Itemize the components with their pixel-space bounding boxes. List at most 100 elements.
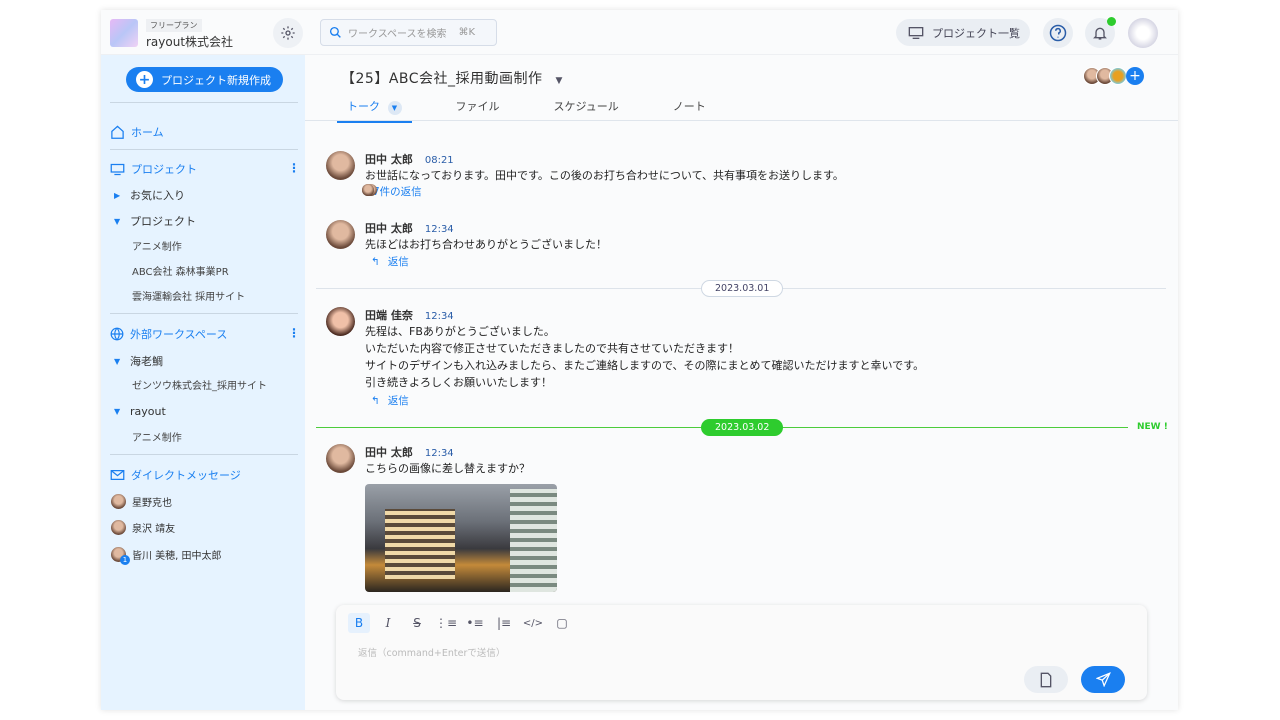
attach-file-button[interactable] [1024,666,1068,693]
date-label: 2023.03.01 [701,280,784,297]
bold-icon[interactable]: B [348,613,370,633]
home-icon [111,125,124,139]
unread-badge: 1 [120,555,130,565]
divider [110,454,298,455]
sidebar: + プロジェクト新規作成 ホーム プロジェクト ⋮ ▶ お気に入り ▼ プロジェクト … [101,55,305,710]
new-project-button[interactable]: + プロジェクト新規作成 [126,67,283,92]
date-label: 2023.03.02 [701,419,784,436]
divider [110,149,298,150]
avatar [326,444,355,473]
sidebar-project-item[interactable]: 雲海運輸会社 採用サイト [132,288,245,303]
settings-button[interactable] [273,18,303,48]
message-input[interactable]: 返信（command+Enterで送信） [358,645,505,659]
reply-button[interactable]: ↰ 返信 [371,254,409,269]
reply-count: 7件の返信 [373,186,422,198]
avatar [326,307,355,336]
code-icon[interactable]: </> [522,613,544,633]
project-list-label: プロジェクト一覧 [932,26,1020,40]
sidebar-section-projects[interactable]: プロジェクト [110,161,197,177]
avatar: 1 [111,547,130,565]
reply-icon: ↰ [371,255,380,268]
sender-name: 田中 太郎 [365,446,413,459]
reply-label: 返信 [387,395,409,407]
monitor-icon [908,26,924,39]
ordered-list-icon[interactable]: ⋮≡ [435,613,457,633]
dm-item[interactable]: 星野克也 [111,494,172,509]
sidebar-workspace-item[interactable]: ゼンツウ株式会社_採用サイト [132,377,267,392]
caret-down-icon[interactable]: ▼ [555,76,562,86]
tab-label: トーク [347,100,380,113]
sidebar-workspace[interactable]: ▼ rayout [114,405,166,418]
sidebar-project-item[interactable]: アニメ制作 [132,238,182,253]
new-label: NEW ! [1137,422,1168,432]
sidebar-workspace-item[interactable]: アニメ制作 [132,429,182,444]
dm-name: 星野克也 [132,498,172,509]
channel-title-text: 【25】ABC会社_採用動画制作 [341,71,543,87]
more-icon[interactable]: ⋮ [288,326,300,340]
sidebar-section-dm[interactable]: ダイレクトメッセージ [110,467,241,483]
sender-name: 田端 佳奈 [365,309,413,322]
message-time: 12:34 [424,311,454,322]
strikethrough-icon[interactable]: S [406,613,428,633]
file-icon [1040,672,1052,687]
sidebar-item-home[interactable]: ホーム [110,124,164,140]
projects-section-label: プロジェクト [131,163,197,176]
plus-icon: + [136,71,153,88]
favorites-label: お気に入り [130,189,185,202]
sidebar-project-item[interactable]: ABC会社 森林事業PR [132,263,229,278]
globe-icon [110,327,124,341]
sidebar-item-favorites[interactable]: ▶ お気に入り [114,187,185,203]
user-avatar[interactable] [1128,18,1158,48]
code-block-icon[interactable]: ▢ [551,613,573,633]
format-toolbar: B I S ⋮≡ •≡ |≡ </> ▢ [348,613,573,633]
search-placeholder: ワークスペースを検索 [348,29,447,40]
thread-replies-link[interactable]: 7件の返信 [362,184,422,199]
dm-name: 皆川 美穂, 田中太郎 [132,551,222,562]
caret-right-icon: ▶ [114,190,121,200]
dm-item[interactable]: 泉沢 靖友 [111,520,175,535]
message-text: こちらの画像に差し替えますか？ [365,462,530,475]
attached-image[interactable] [365,484,557,592]
caret-down-icon[interactable]: ▼ [387,101,402,115]
help-button[interactable] [1043,18,1073,48]
mail-icon [110,470,125,480]
reply-button[interactable]: ↰ 返信 [371,393,409,408]
blockquote-icon[interactable]: |≡ [493,613,515,633]
search-shortcut: ⌘K [458,27,476,38]
sidebar-section-external[interactable]: 外部ワークスペース [110,326,227,342]
message-line: 引き続きよろしくお願いいたします！ [365,376,552,389]
add-member-button[interactable]: + [1126,67,1144,85]
company-name[interactable]: rayout株式会社 [146,33,233,50]
workspace-label: 海老鯛 [130,355,163,368]
sidebar-group-projects[interactable]: ▼ プロジェクト [114,213,196,229]
reply-label: 返信 [387,256,409,268]
workspace-search-input[interactable]: ワークスペースを検索 ⌘K [320,19,497,46]
home-label: ホーム [131,126,164,139]
dm-name: 泉沢 靖友 [132,524,176,535]
notification-dot [1107,17,1116,26]
more-icon[interactable]: ⋮ [288,161,300,175]
top-bar: フリープラン rayout株式会社 ワークスペースを検索 ⌘K プロジェクト一覧 [101,10,1178,55]
bell-icon [1093,27,1107,40]
message-line: いただいた内容で修正させていただきましたので共有させていただきます！ [365,342,739,355]
tab-label: スケジュール [553,100,619,113]
send-button[interactable] [1081,666,1125,693]
message-composer: B I S ⋮≡ •≡ |≡ </> ▢ 返信（command+Enterで送信… [336,605,1147,700]
project-list-button[interactable]: プロジェクト一覧 [896,19,1030,46]
member-avatars[interactable]: + [1083,67,1144,85]
caret-down-icon: ▼ [114,356,121,366]
external-section-label: 外部ワークスペース [130,328,228,341]
channel-title[interactable]: 【25】ABC会社_採用動画制作 ▼ [341,68,563,88]
bullet-list-icon[interactable]: •≡ [464,613,486,633]
divider [305,120,1178,121]
divider [110,313,298,314]
italic-icon[interactable]: I [377,613,399,633]
chat-main: 【25】ABC会社_採用動画制作 ▼ + トーク ▼ ファイル スケジュール ノ… [305,55,1178,710]
workspace-logo[interactable] [110,19,138,47]
sidebar-workspace[interactable]: ▼ 海老鯛 [114,353,163,369]
projects-group-label: プロジェクト [130,215,196,228]
image-content [510,489,557,592]
message-time: 12:34 [424,448,454,459]
dm-item[interactable]: 1 皆川 美穂, 田中太郎 [111,547,222,565]
new-project-label: プロジェクト新規作成 [161,73,271,87]
